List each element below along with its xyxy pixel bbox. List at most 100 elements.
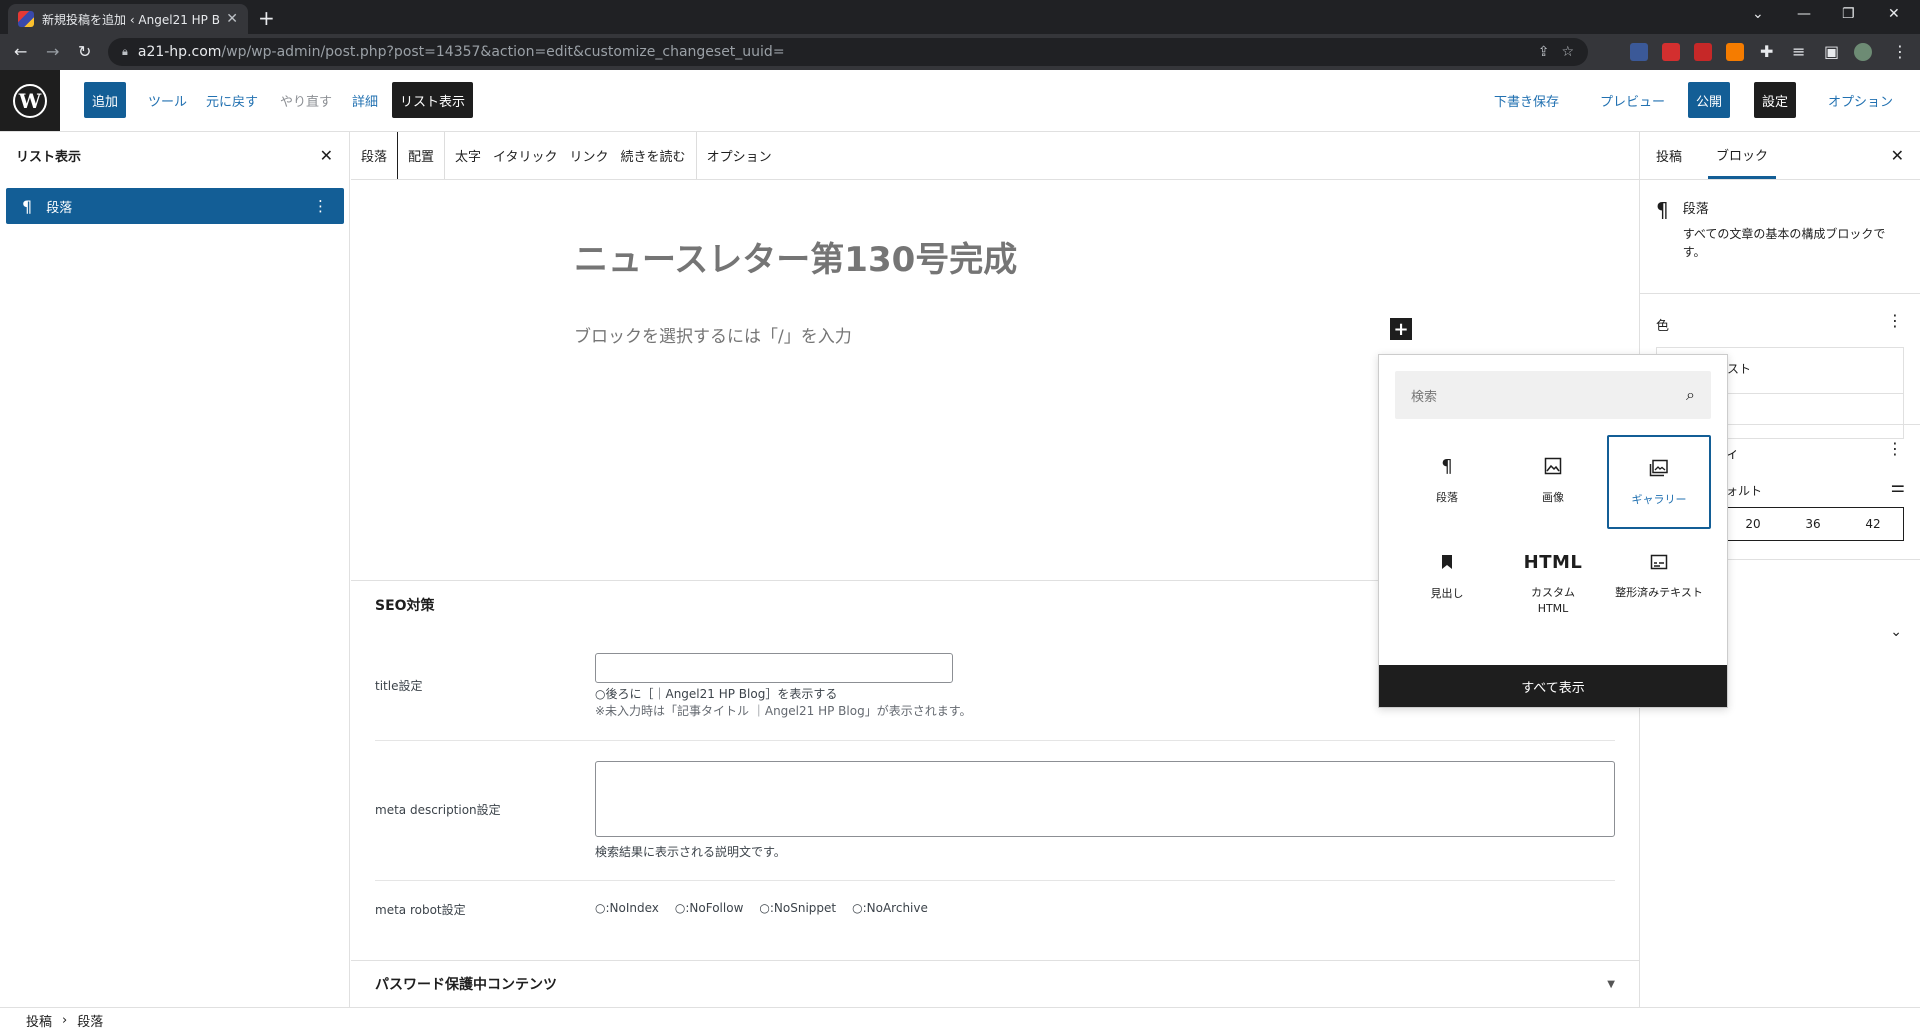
robot-option[interactable]: ○:NoArchive — [852, 901, 928, 915]
inserter-block-label: カスタム HTML — [1531, 586, 1575, 615]
title-setting-label: title設定 — [375, 679, 423, 693]
options-group: オプション — [697, 132, 782, 179]
more-button[interactable]: 続きを読む — [621, 146, 686, 165]
share-icon[interactable]: ⇪ — [1538, 44, 1550, 60]
title-suffix-label: 後ろに［｜Angel21 HP Blog］を表示する — [605, 687, 838, 701]
url-domain: a21-hp.com — [137, 44, 222, 60]
editor-header: W 追加 ツール 元に戻す やり直す 詳細 リスト表示 下書き保存 プレビュー … — [0, 70, 1920, 132]
close-sidebar-icon[interactable]: ✕ — [1891, 146, 1904, 165]
italic-button[interactable]: イタリック — [493, 146, 557, 165]
close-list-view-icon[interactable]: ✕ — [320, 146, 333, 165]
breadcrumb-separator-icon: › — [62, 1012, 68, 1028]
title-suffix-option[interactable]: ○後ろに［｜Angel21 HP Blog］を表示する — [595, 685, 837, 702]
forward-icon[interactable]: → — [46, 42, 59, 61]
save-draft-button[interactable]: 下書き保存 — [1486, 82, 1567, 118]
tab-post[interactable]: 投稿 — [1656, 132, 1682, 179]
url-path: /wp/wp-admin/post.php?post=14357&action=… — [221, 44, 785, 60]
align-group: 配置 — [398, 132, 446, 179]
chevron-down-icon[interactable]: ▼ — [1607, 979, 1615, 990]
advanced-chevron-down-icon[interactable]: ⌄ — [1890, 624, 1902, 640]
inserter-block-label: ギャラリー — [1631, 493, 1687, 506]
quick-inserter-popover: 検索 ⌕ ¶ 段落 画像 ギャラリー 見出し HTML カスタム HTML 整形… — [1378, 354, 1728, 708]
meta-description-field[interactable] — [595, 761, 1615, 837]
close-tab-icon[interactable]: ✕ — [226, 11, 238, 27]
tab-block[interactable]: ブロック — [1708, 132, 1777, 179]
url-bar[interactable]: 🔒︎ a21-hp.com /wp/wp-admin/post.php?post… — [108, 38, 1588, 66]
side-panel-icon[interactable]: ▣ — [1824, 42, 1839, 61]
typography-options-icon[interactable]: ⋮ — [1887, 439, 1903, 458]
robot-option[interactable]: ○:NoFollow — [675, 901, 744, 915]
list-item[interactable]: ¶ 段落 ⋮ — [6, 188, 344, 224]
block-card: ¶ 段落 すべての文章の基本の構成ブロックです。 — [1640, 180, 1920, 294]
color-options-icon[interactable]: ⋮ — [1887, 311, 1903, 330]
add-block-button[interactable]: 追加 — [84, 82, 127, 118]
inserter-block-gallery[interactable]: ギャラリー — [1607, 435, 1711, 529]
robot-setting-label: meta robot設定 — [375, 903, 466, 917]
list-view-button[interactable]: リスト表示 — [392, 82, 474, 118]
chrome-menu-icon[interactable]: ⋮ — [1892, 42, 1908, 61]
restore-icon[interactable]: ❐ — [1842, 6, 1855, 22]
wordpress-logo[interactable]: W — [0, 70, 60, 131]
block-options-button[interactable]: オプション — [707, 146, 772, 165]
inserter-block-paragraph[interactable]: ¶ 段落 — [1395, 435, 1499, 529]
close-window-icon[interactable]: ✕ — [1888, 6, 1900, 22]
font-size-option[interactable]: 20 — [1723, 517, 1783, 531]
divider — [375, 740, 1615, 741]
description-note: 検索結果に表示される説明文です。 — [595, 845, 786, 859]
breadcrumb-item[interactable]: 投稿 — [26, 1011, 52, 1030]
bookmark-star-icon[interactable]: ☆ — [1561, 44, 1574, 60]
search-icon: ⌕ — [1686, 385, 1695, 404]
show-all-blocks-button[interactable]: すべて表示 — [1379, 665, 1727, 707]
breadcrumb-item[interactable]: 段落 — [77, 1011, 103, 1030]
extension-4-icon[interactable] — [1726, 43, 1744, 61]
preview-button[interactable]: プレビュー — [1592, 82, 1673, 118]
tab-title: 新規投稿を追加 ‹ Angel21 HP Blog — [42, 12, 221, 27]
browser-tabbar: 新規投稿を追加 ‹ Angel21 HP Blog ✕ + ⌄ — ❐ ✕ — [0, 0, 1920, 34]
sliders-icon[interactable]: ⚌ — [1891, 477, 1905, 496]
list-view-title: リスト表示 — [16, 149, 82, 165]
seo-title-input[interactable] — [595, 653, 953, 683]
tab-search-icon[interactable]: ⌄ — [1752, 6, 1764, 22]
block-inserter-plus-icon[interactable]: + — [1390, 318, 1412, 340]
block-search-input[interactable]: 検索 ⌕ — [1395, 371, 1711, 419]
link-button[interactable]: リンク — [570, 146, 609, 165]
redo-button[interactable]: やり直す — [272, 82, 340, 118]
list-view-header: リスト表示 ✕ — [0, 132, 349, 178]
profile-avatar[interactable] — [1854, 43, 1872, 61]
font-size-option[interactable]: 36 — [1783, 517, 1843, 531]
block-options-icon[interactable]: ⋮ — [313, 197, 328, 215]
settings-button[interactable]: 設定 — [1754, 82, 1797, 118]
back-icon[interactable]: ← — [14, 42, 27, 61]
description-setting-label: meta description設定 — [375, 803, 501, 817]
tools-button[interactable]: ツール — [140, 82, 195, 118]
minimize-icon[interactable]: — — [1797, 6, 1811, 22]
reload-icon[interactable]: ↻ — [78, 42, 91, 61]
inserter-block-image[interactable]: 画像 — [1501, 435, 1605, 529]
font-size-option[interactable]: 42 — [1843, 517, 1903, 531]
extension-1-icon[interactable] — [1630, 43, 1648, 61]
inserter-block-preformatted[interactable]: 整形済みテキスト — [1607, 531, 1711, 625]
publish-button[interactable]: 公開 — [1688, 82, 1731, 118]
inserter-block-custom-html[interactable]: HTML カスタム HTML — [1501, 531, 1605, 625]
extension-2-icon[interactable] — [1662, 43, 1680, 61]
bold-button[interactable]: 太字 — [455, 146, 481, 165]
block-type-button[interactable]: 段落 — [361, 146, 387, 165]
new-tab-icon[interactable]: + — [258, 6, 275, 30]
post-title[interactable]: ニュースレター第130号完成 — [574, 232, 1017, 281]
paragraph-icon: ¶ — [1441, 455, 1453, 477]
heading-bookmark-icon — [1440, 551, 1454, 573]
extension-3-icon[interactable] — [1694, 43, 1712, 61]
inserter-block-label: 見出し — [1430, 587, 1464, 600]
robot-option[interactable]: ○:NoSnippet — [759, 901, 836, 915]
browser-tab[interactable]: 新規投稿を追加 ‹ Angel21 HP Blog ✕ — [8, 4, 248, 34]
extensions-puzzle-icon[interactable]: ✚ — [1760, 42, 1773, 61]
robot-option[interactable]: ○:NoIndex — [595, 901, 659, 915]
options-button[interactable]: オプション — [1820, 82, 1901, 118]
details-button[interactable]: 詳細 — [344, 82, 386, 118]
align-button[interactable]: 配置 — [408, 146, 434, 165]
reading-list-icon[interactable]: ≡ — [1792, 42, 1805, 61]
paragraph-placeholder[interactable]: ブロックを選択するには「/」を入力 — [574, 322, 852, 347]
undo-button[interactable]: 元に戻す — [198, 82, 266, 118]
inserter-block-heading[interactable]: 見出し — [1395, 531, 1499, 625]
password-metabox-header[interactable]: パスワード保護中コンテンツ ▼ — [351, 960, 1639, 1007]
